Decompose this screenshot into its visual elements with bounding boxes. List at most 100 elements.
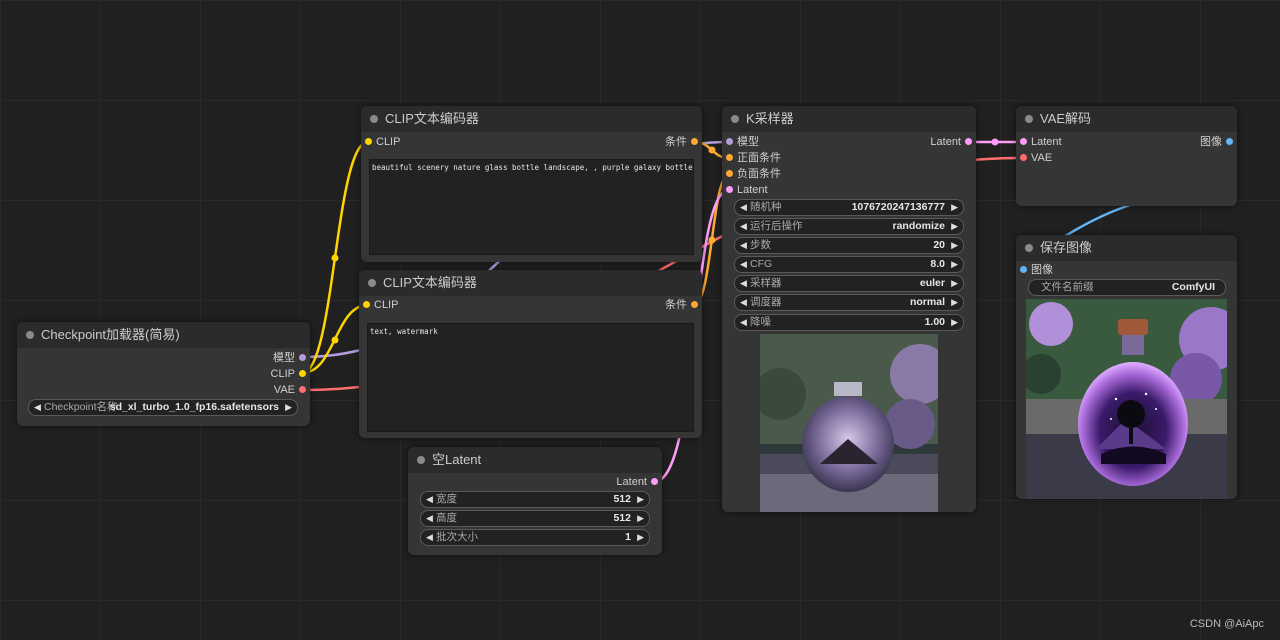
input-slot-model[interactable]: 模型 — [726, 135, 759, 149]
output-slot-latent[interactable]: Latent — [930, 135, 972, 149]
arrow-left-icon[interactable]: ◀ — [740, 315, 747, 330]
input-slot-latent[interactable]: Latent — [1020, 135, 1062, 149]
width-stepper[interactable]: ◀ 宽度 512 ▶ — [420, 491, 650, 508]
checkpoint-name-combo[interactable]: ◀ Checkpoint名称 sd_xl_turbo_1.0_fp16.safe… — [28, 399, 298, 416]
slot-dot-icon[interactable] — [691, 138, 698, 145]
arrow-left-icon[interactable]: ◀ — [740, 276, 747, 291]
arrow-right-icon[interactable]: ▶ — [951, 276, 958, 291]
slot-dot-icon[interactable] — [691, 301, 698, 308]
prompt-textarea[interactable]: beautiful scenery nature glass bottle la… — [369, 159, 694, 255]
ksampler-node[interactable]: K采样器 模型 正面条件 负面条件 Latent Latent ◀ 随机种 10… — [722, 106, 976, 512]
node-title-bar[interactable]: CLIP文本编码器 — [359, 270, 702, 296]
arrow-left-icon[interactable]: ◀ — [740, 295, 747, 310]
input-slot-vae[interactable]: VAE — [1020, 151, 1052, 165]
clip-text-encode-negative-node[interactable]: CLIP文本编码器 CLIP 条件 text, watermark — [359, 270, 702, 438]
input-slot-negative[interactable]: 负面条件 — [726, 167, 781, 181]
node-title: 空Latent — [432, 452, 482, 467]
widget-label: 步数 — [750, 239, 771, 251]
arrow-right-icon[interactable]: ▶ — [951, 257, 958, 272]
node-title-bar[interactable]: Checkpoint加载器(简易) — [17, 322, 310, 348]
slot-dot-icon[interactable] — [363, 301, 370, 308]
collapse-dot-icon[interactable] — [417, 456, 425, 464]
slot-label: 负面条件 — [737, 168, 781, 180]
scheduler-combo[interactable]: ◀ 调度器 normal ▶ — [734, 294, 964, 311]
sampler-combo[interactable]: ◀ 采样器 euler ▶ — [734, 275, 964, 292]
height-stepper[interactable]: ◀ 高度 512 ▶ — [420, 510, 650, 527]
save-image-node[interactable]: 保存图像 图像 文件名前缀 ComfyUI — [1016, 235, 1237, 499]
arrow-right-icon[interactable]: ▶ — [285, 400, 292, 415]
node-title-bar[interactable]: K采样器 — [722, 106, 976, 132]
arrow-right-icon[interactable]: ▶ — [951, 295, 958, 310]
input-slot-latent[interactable]: Latent — [726, 183, 768, 197]
slot-label: CLIP — [270, 368, 295, 380]
slot-dot-icon[interactable] — [1020, 154, 1027, 161]
arrow-left-icon[interactable]: ◀ — [740, 219, 747, 234]
cfg-stepper[interactable]: ◀ CFG 8.0 ▶ — [734, 256, 964, 273]
collapse-dot-icon[interactable] — [370, 115, 378, 123]
slot-dot-icon[interactable] — [965, 138, 972, 145]
node-title-bar[interactable]: VAE解码 — [1016, 106, 1237, 132]
arrow-right-icon[interactable]: ▶ — [637, 492, 644, 507]
input-slot-positive[interactable]: 正面条件 — [726, 151, 781, 165]
control-after-generate-combo[interactable]: ◀ 运行后操作 randomize ▶ — [734, 218, 964, 235]
slot-dot-icon[interactable] — [1226, 138, 1233, 145]
slot-dot-icon[interactable] — [1020, 138, 1027, 145]
output-slot-model[interactable]: 模型 — [273, 351, 306, 365]
input-slot-image[interactable]: 图像 — [1020, 263, 1053, 277]
widget-label: CFG — [750, 258, 773, 270]
prompt-textarea[interactable]: text, watermark — [367, 323, 694, 432]
seed-stepper[interactable]: ◀ 随机种 1076720247136777 ▶ — [734, 199, 964, 216]
output-slot-vae[interactable]: VAE — [274, 383, 306, 397]
widget-value: 512 — [613, 512, 631, 524]
input-slot-clip[interactable]: CLIP — [365, 135, 400, 149]
arrow-right-icon[interactable]: ▶ — [637, 511, 644, 526]
slot-dot-icon[interactable] — [299, 370, 306, 377]
slot-dot-icon[interactable] — [1020, 266, 1027, 273]
clip-text-encode-positive-node[interactable]: CLIP文本编码器 CLIP 条件 beautiful scenery natu… — [361, 106, 702, 262]
arrow-right-icon[interactable]: ▶ — [951, 200, 958, 215]
collapse-dot-icon[interactable] — [1025, 244, 1033, 252]
filename-prefix-field[interactable]: 文件名前缀 ComfyUI — [1028, 279, 1226, 296]
output-slot-latent[interactable]: Latent — [616, 475, 658, 489]
collapse-dot-icon[interactable] — [26, 331, 34, 339]
arrow-right-icon[interactable]: ▶ — [951, 238, 958, 253]
arrow-left-icon[interactable]: ◀ — [426, 492, 433, 507]
output-slot-image[interactable]: 图像 — [1200, 135, 1233, 149]
arrow-left-icon[interactable]: ◀ — [740, 238, 747, 253]
slot-dot-icon[interactable] — [299, 354, 306, 361]
widget-label: 采样器 — [750, 277, 782, 289]
collapse-dot-icon[interactable] — [1025, 115, 1033, 123]
arrow-left-icon[interactable]: ◀ — [34, 400, 41, 415]
slot-dot-icon[interactable] — [726, 186, 733, 193]
vae-decode-node[interactable]: VAE解码 Latent VAE 图像 — [1016, 106, 1237, 206]
output-slot-conditioning[interactable]: 条件 — [665, 135, 698, 149]
node-title-bar[interactable]: 保存图像 — [1016, 235, 1237, 261]
arrow-right-icon[interactable]: ▶ — [637, 530, 644, 545]
arrow-left-icon[interactable]: ◀ — [740, 257, 747, 272]
arrow-right-icon[interactable]: ▶ — [951, 315, 958, 330]
arrow-left-icon[interactable]: ◀ — [426, 530, 433, 545]
arrow-left-icon[interactable]: ◀ — [426, 511, 433, 526]
node-title: VAE解码 — [1040, 111, 1092, 126]
node-title-bar[interactable]: 空Latent — [408, 447, 662, 473]
slot-dot-icon[interactable] — [365, 138, 372, 145]
denoise-stepper[interactable]: ◀ 降噪 1.00 ▶ — [734, 314, 964, 331]
node-title-bar[interactable]: CLIP文本编码器 — [361, 106, 702, 132]
steps-stepper[interactable]: ◀ 步数 20 ▶ — [734, 237, 964, 254]
output-slot-clip[interactable]: CLIP — [271, 367, 306, 381]
input-slot-clip[interactable]: CLIP — [363, 298, 398, 312]
collapse-dot-icon[interactable] — [368, 279, 376, 287]
empty-latent-node[interactable]: 空Latent Latent ◀ 宽度 512 ▶ ◀ 高度 512 ▶ ◀ 批… — [408, 447, 662, 555]
arrow-left-icon[interactable]: ◀ — [740, 200, 747, 215]
slot-dot-icon[interactable] — [726, 138, 733, 145]
slot-label: Latent — [930, 136, 961, 148]
slot-dot-icon[interactable] — [299, 386, 306, 393]
checkpoint-loader-node[interactable]: Checkpoint加载器(简易) 模型 CLIP VAE ◀ Checkpoi… — [17, 322, 310, 426]
arrow-right-icon[interactable]: ▶ — [951, 219, 958, 234]
output-slot-conditioning[interactable]: 条件 — [665, 298, 698, 312]
slot-dot-icon[interactable] — [726, 170, 733, 177]
slot-dot-icon[interactable] — [726, 154, 733, 161]
slot-dot-icon[interactable] — [651, 478, 658, 485]
collapse-dot-icon[interactable] — [731, 115, 739, 123]
batch-size-stepper[interactable]: ◀ 批次大小 1 ▶ — [420, 529, 650, 546]
